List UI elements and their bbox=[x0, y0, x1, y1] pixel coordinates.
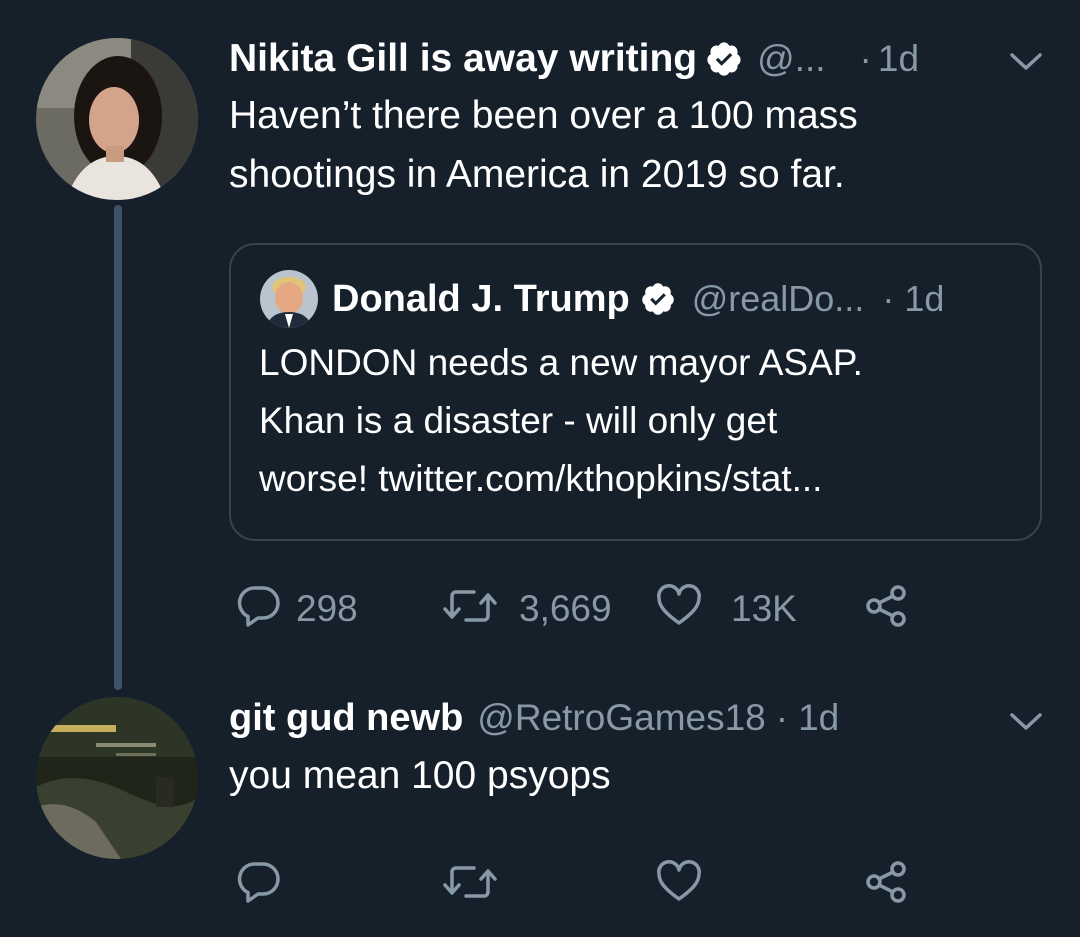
thread-connector-line bbox=[114, 205, 122, 690]
quoted-tweet-timestamp: 1d bbox=[904, 278, 945, 319]
retweet-button[interactable]: 3,669 bbox=[441, 586, 612, 631]
tweet-timestamp[interactable]: 1d bbox=[878, 38, 919, 80]
share-button[interactable] bbox=[862, 860, 910, 909]
tweet-text-line: shootings in America in 2019 so far. bbox=[229, 153, 845, 196]
separator-dot: · bbox=[859, 38, 872, 79]
like-icon bbox=[655, 860, 703, 909]
like-count: 13K bbox=[731, 587, 797, 629]
chevron-down-icon[interactable] bbox=[1006, 707, 1046, 735]
tweet-text: Haven’t there been over a 100 mass shoot… bbox=[229, 86, 858, 204]
tweet-header: Nikita Gill is away writing @... · 1d bbox=[229, 33, 919, 85]
like-button[interactable]: 13K bbox=[655, 584, 797, 633]
share-icon bbox=[862, 860, 910, 909]
quoted-tweet-text-line: Khan is a disaster - will only get bbox=[259, 400, 778, 441]
share-icon bbox=[862, 584, 910, 633]
quoted-tweet-header: Donald J. Trump @realDo... · 1d bbox=[332, 274, 944, 324]
quoted-author-avatar bbox=[260, 270, 318, 328]
author-avatar[interactable] bbox=[36, 38, 198, 200]
retweet-icon bbox=[441, 862, 499, 907]
reply-timestamp[interactable]: 1d bbox=[798, 697, 839, 739]
reply-author-name[interactable]: git gud newb bbox=[229, 697, 463, 740]
reply-count: 298 bbox=[296, 587, 358, 629]
author-name[interactable]: Nikita Gill is away writing bbox=[229, 37, 697, 81]
reply-icon bbox=[236, 860, 282, 909]
like-button[interactable] bbox=[655, 860, 703, 909]
chevron-down-icon[interactable] bbox=[1006, 47, 1046, 75]
author-handle[interactable]: @... bbox=[757, 38, 825, 80]
retweet-button[interactable] bbox=[441, 862, 499, 907]
reply-author-handle[interactable]: @RetroGames18 bbox=[477, 697, 765, 739]
separator-dot: · bbox=[882, 278, 895, 319]
quoted-author-handle: @realDo... bbox=[691, 278, 865, 319]
quoted-tweet-text-line: LONDON needs a new mayor ASAP. bbox=[259, 342, 863, 383]
quoted-tweet-text-line: worse! twitter.com/kthopkins/stat... bbox=[259, 458, 823, 499]
reply-author-avatar[interactable] bbox=[36, 697, 198, 859]
reply-button[interactable]: 298 bbox=[236, 584, 358, 633]
reply-button[interactable] bbox=[236, 860, 282, 909]
share-button[interactable] bbox=[862, 584, 910, 633]
verified-badge-icon bbox=[705, 40, 743, 78]
separator-dot: · bbox=[775, 697, 789, 738]
timeline-page: Nikita Gill is away writing @... · 1d Ha… bbox=[0, 0, 1080, 937]
tweet-text-line: Haven’t there been over a 100 mass bbox=[229, 94, 858, 137]
reply-tweet-header: git gud newb @RetroGames18 · 1d bbox=[229, 693, 839, 743]
quoted-tweet-text: LONDON needs a new mayor ASAP. Khan is a… bbox=[259, 334, 863, 508]
reply-icon bbox=[236, 584, 282, 633]
like-icon bbox=[655, 584, 703, 633]
verified-badge-icon bbox=[640, 281, 676, 317]
quoted-author-name: Donald J. Trump bbox=[332, 277, 630, 320]
retweet-count: 3,669 bbox=[519, 587, 612, 629]
reply-text-line: you mean 100 psyops bbox=[229, 754, 611, 797]
retweet-icon bbox=[441, 586, 499, 631]
reply-tweet-text: you mean 100 psyops bbox=[229, 746, 611, 805]
